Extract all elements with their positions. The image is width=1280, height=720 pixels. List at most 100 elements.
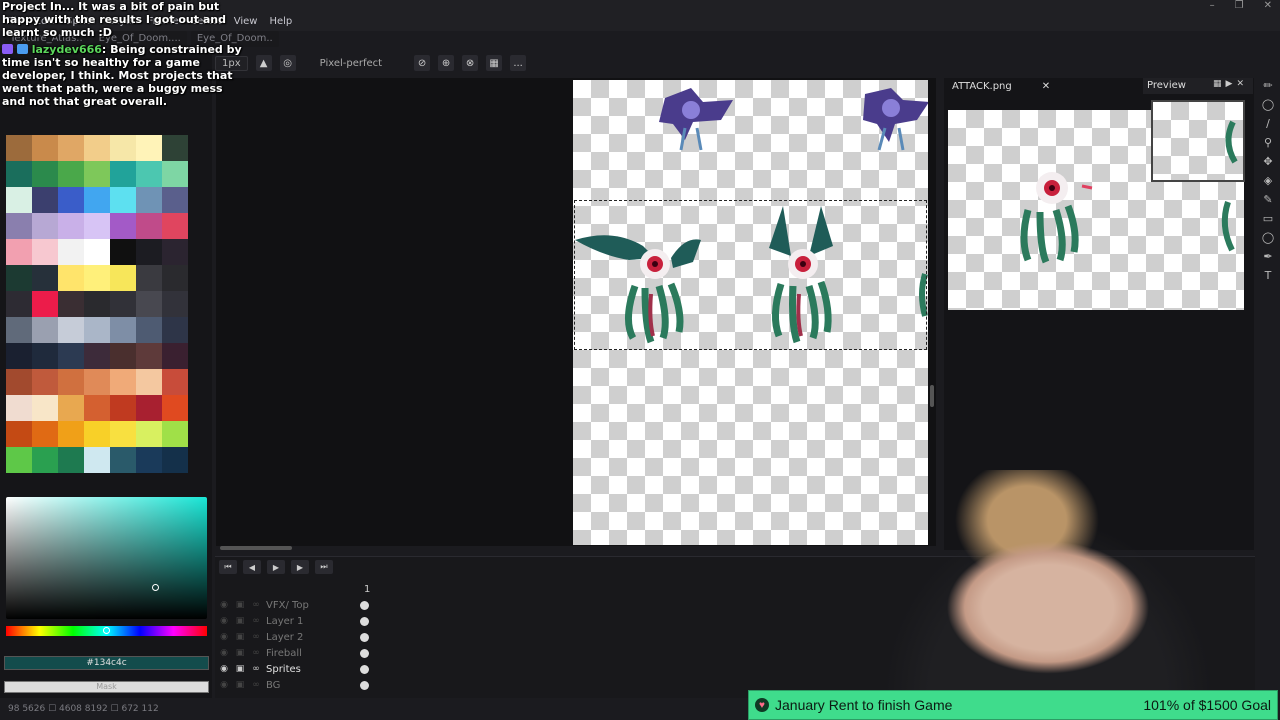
palette-swatch[interactable] (32, 395, 58, 421)
palette-swatch[interactable] (84, 447, 110, 473)
lock-icon[interactable]: ▣ (234, 680, 246, 690)
link-icon[interactable]: ∞ (250, 616, 262, 626)
color-picker-handle[interactable] (152, 584, 159, 591)
palette-swatch[interactable] (84, 213, 110, 239)
hue-slider-handle[interactable] (103, 627, 110, 634)
palette-swatch[interactable] (162, 161, 188, 187)
link-icon[interactable]: ∞ (250, 632, 262, 642)
palette-swatch[interactable] (110, 161, 136, 187)
palette-swatch[interactable] (162, 135, 188, 161)
palette-swatch[interactable] (136, 395, 162, 421)
maximize-icon[interactable]: ❐ (1235, 0, 1244, 11)
palette-swatch[interactable] (32, 317, 58, 343)
palette-swatch[interactable] (110, 447, 136, 473)
link-icon[interactable]: ∞ (250, 680, 262, 690)
close-icon[interactable]: ✕ (1042, 81, 1050, 92)
palette-swatch[interactable] (58, 369, 84, 395)
palette-swatch[interactable] (84, 395, 110, 421)
next-frame-icon[interactable]: ▶ (291, 560, 309, 574)
eye-icon[interactable]: ◉ (218, 664, 230, 674)
preview-play-icon[interactable]: ▶ (1226, 79, 1233, 89)
palette-swatch[interactable] (6, 317, 32, 343)
palette-swatch[interactable] (84, 239, 110, 265)
first-frame-icon[interactable]: ⏮ (219, 560, 237, 574)
menu-help[interactable]: Help (269, 15, 292, 31)
close-icon[interactable]: ✕ (1264, 0, 1272, 11)
line-icon[interactable]: ∕ (1261, 116, 1275, 132)
palette-swatch[interactable] (162, 421, 188, 447)
lock-icon[interactable]: ▣ (234, 616, 246, 626)
palette-swatch[interactable] (6, 343, 32, 369)
palette-swatch[interactable] (162, 395, 188, 421)
reference-file-tab[interactable]: ATTACK.png ✕ (946, 78, 1056, 94)
palette-swatch[interactable] (162, 317, 188, 343)
palette-swatch[interactable] (32, 187, 58, 213)
link-icon[interactable]: ∞ (250, 648, 262, 658)
palette-swatch[interactable] (110, 135, 136, 161)
palette-swatch[interactable] (162, 213, 188, 239)
palette-swatch[interactable] (84, 291, 110, 317)
text-icon[interactable]: T (1261, 268, 1275, 284)
pencil-icon[interactable]: ✏ (1261, 78, 1275, 94)
palette-swatch[interactable] (110, 317, 136, 343)
palette-swatch[interactable] (84, 161, 110, 187)
layer-row[interactable]: ◉ ▣ ∞ Sprites (218, 661, 378, 677)
palette-swatch[interactable] (6, 395, 32, 421)
selection-marquee[interactable] (574, 200, 927, 350)
lock-icon[interactable]: ▣ (234, 648, 246, 658)
ellipse-icon[interactable]: ◯ (1261, 230, 1275, 246)
close-icon[interactable]: ✕ (1236, 79, 1244, 89)
palette-swatch[interactable] (84, 421, 110, 447)
hex-color-field[interactable]: #134c4c (4, 656, 209, 670)
layer-row[interactable]: ◉ ▣ ∞ Layer 2 (218, 629, 378, 645)
layer-row[interactable]: ◉ ▣ ∞ VFX/ Top (218, 597, 378, 613)
palette-swatch[interactable] (136, 135, 162, 161)
palette-swatch[interactable] (110, 239, 136, 265)
eraser-icon[interactable]: ◯ (1261, 97, 1275, 113)
minimize-icon[interactable]: – (1210, 0, 1215, 11)
palette-swatch[interactable] (136, 447, 162, 473)
palette-swatch[interactable] (32, 239, 58, 265)
palette-swatch[interactable] (58, 187, 84, 213)
palette-swatch[interactable] (136, 343, 162, 369)
eye-icon[interactable]: ◉ (218, 680, 230, 690)
palette-swatch[interactable] (84, 265, 110, 291)
palette-swatch[interactable] (162, 265, 188, 291)
layer-cel[interactable] (360, 616, 369, 626)
eyedropper-icon[interactable]: ✒ (1261, 249, 1275, 265)
palette-swatch[interactable] (136, 291, 162, 317)
palette-swatch[interactable] (162, 369, 188, 395)
palette-swatch[interactable] (84, 317, 110, 343)
canvas-vertical-scrollbar[interactable] (930, 385, 934, 407)
palette-swatch[interactable] (6, 187, 32, 213)
layer-cel[interactable] (360, 648, 369, 658)
palette-swatch[interactable] (6, 161, 32, 187)
palette-swatch[interactable] (58, 421, 84, 447)
link-icon[interactable]: ∞ (250, 600, 262, 610)
symmetry-vertical-icon[interactable]: ⊗ (462, 55, 479, 71)
alpha-slider[interactable]: Mask (4, 681, 209, 693)
palette-swatch[interactable] (84, 369, 110, 395)
palette-swatch[interactable] (32, 343, 58, 369)
layer-row[interactable]: ◉ ▣ ∞ Layer 1 (218, 613, 378, 629)
lock-icon[interactable]: ▣ (234, 600, 246, 610)
lock-icon[interactable]: ▣ (234, 664, 246, 674)
color-picker-square[interactable] (6, 497, 207, 619)
palette-swatch[interactable] (110, 187, 136, 213)
palette-swatch[interactable] (110, 369, 136, 395)
brush-icon[interactable]: ✎ (1261, 192, 1275, 208)
palette-swatch[interactable] (6, 213, 32, 239)
eye-icon[interactable]: ◉ (218, 616, 230, 626)
layer-cel[interactable] (360, 600, 369, 610)
layer-cel[interactable] (360, 680, 369, 690)
palette-swatch[interactable] (32, 291, 58, 317)
palette-swatch[interactable] (58, 239, 84, 265)
canvas-horizontal-scrollbar[interactable] (220, 546, 292, 550)
palette-swatch[interactable] (136, 421, 162, 447)
palette-swatch[interactable] (32, 421, 58, 447)
bucket-icon[interactable]: ◈ (1261, 173, 1275, 189)
palette-swatch[interactable] (136, 239, 162, 265)
palette-swatch[interactable] (110, 265, 136, 291)
eye-icon[interactable]: ◉ (218, 600, 230, 610)
palette-swatch[interactable] (84, 187, 110, 213)
